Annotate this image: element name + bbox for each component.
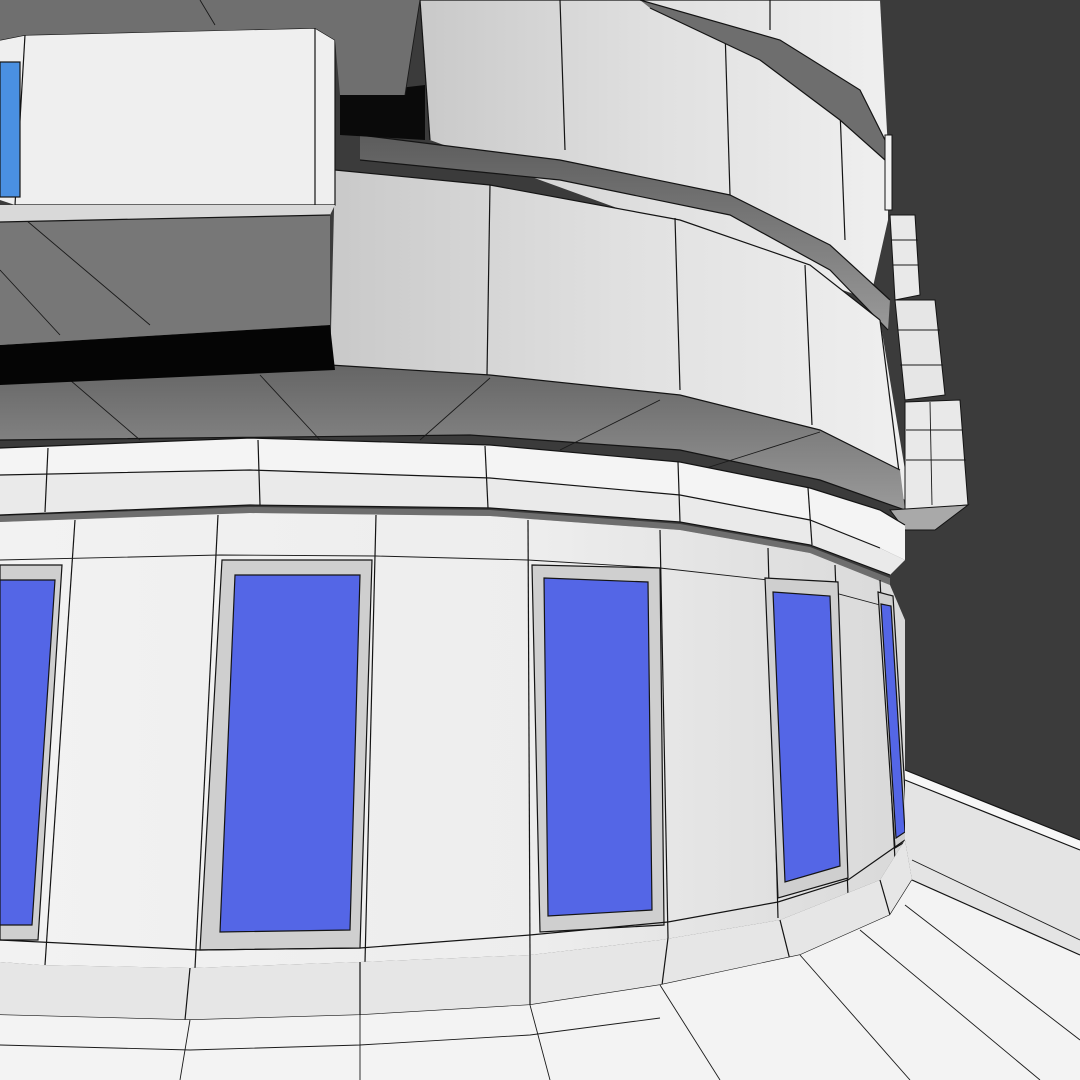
3d-viewport [0, 0, 1080, 1080]
balcony-underside [0, 210, 330, 345]
window-2 [199, 559, 373, 951]
balcony-front [0, 28, 335, 205]
window-4 [764, 577, 849, 899]
window-3 [531, 564, 665, 933]
balcony-window [0, 61, 21, 198]
ground-floor [0, 513, 909, 969]
building-render [0, 0, 1080, 1080]
